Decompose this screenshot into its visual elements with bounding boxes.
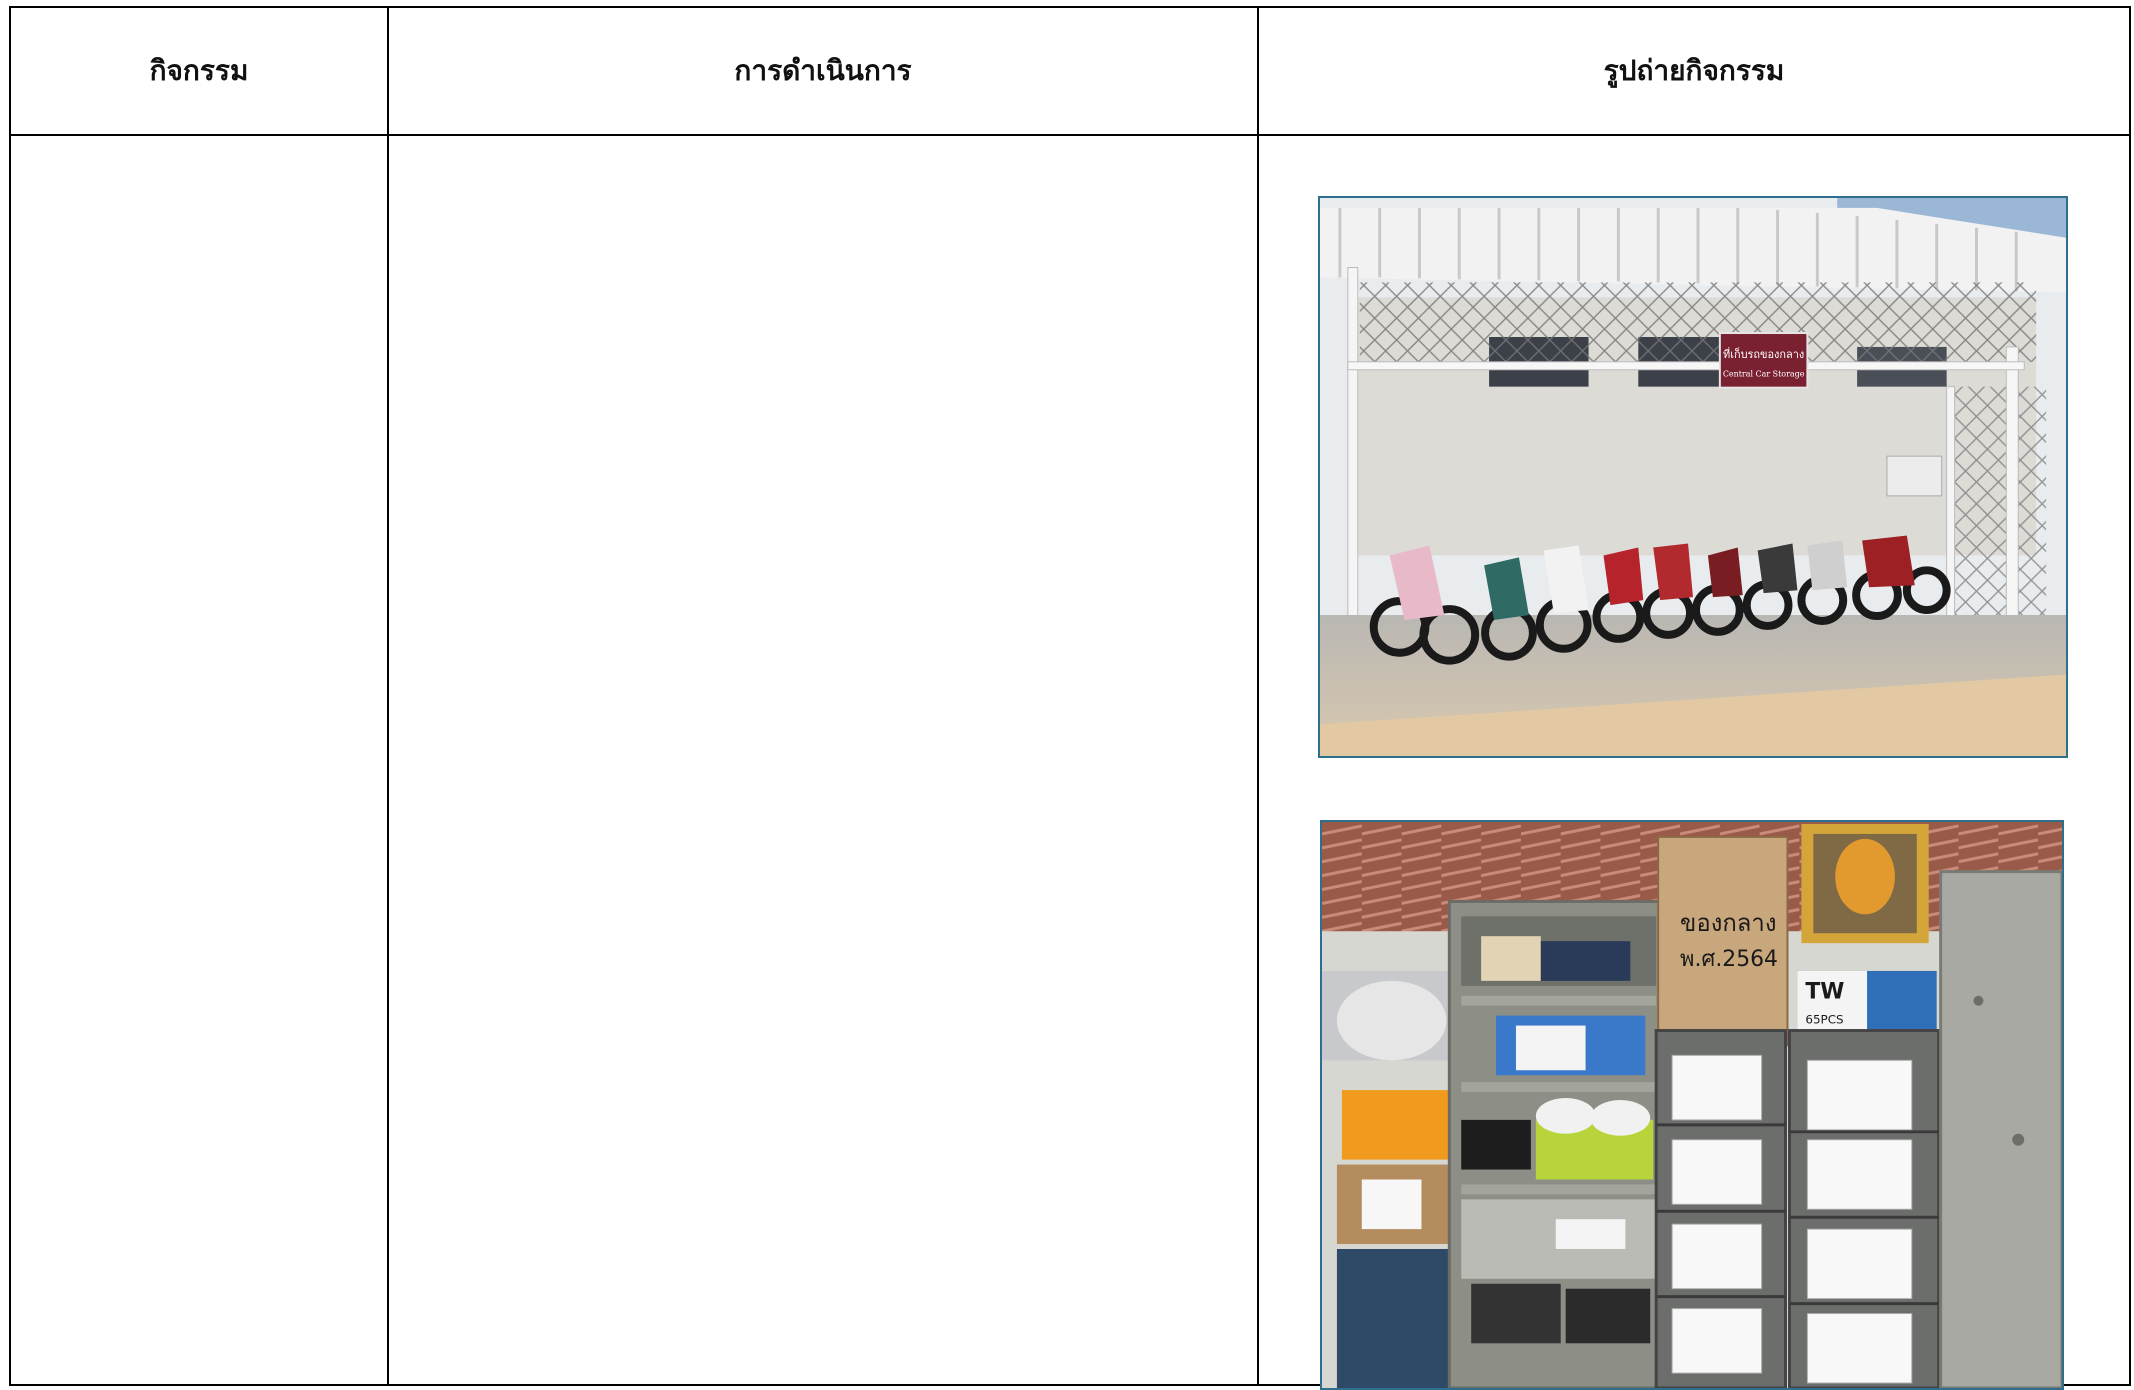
header-activity: กิจกรรม	[9, 6, 389, 136]
box-label-line1: ของกลาง	[1680, 909, 1776, 937]
header-operation: การดำเนินการ	[387, 6, 1259, 136]
storage-sign-thai: ที่เก็บรถของกลาง	[1723, 347, 1804, 361]
activity-cell	[9, 134, 389, 1386]
photo-evidence-storage: ของกลาง พ.ศ.2564 TW 65PCS	[1320, 820, 2064, 1390]
operation-cell	[387, 134, 1259, 1386]
header-row: กิจกรรม การดำเนินการ รูปถ่ายกิจกรรม	[9, 6, 2131, 136]
motorcycle-storage-image: ที่เก็บรถของกลาง Central Car Storage	[1320, 198, 2066, 756]
evidence-storage-image: ของกลาง พ.ศ.2564 TW 65PCS	[1322, 822, 2062, 1388]
header-photos: รูปถ่ายกิจกรรม	[1257, 6, 2131, 136]
appliance-model: 65PCS	[1805, 1013, 1843, 1027]
appliance-brand: TW	[1805, 980, 1844, 1005]
photo-motorcycle-storage: ที่เก็บรถของกลาง Central Car Storage	[1318, 196, 2068, 758]
box-label-line2: พ.ศ.2564	[1680, 947, 1778, 972]
storage-sign-english: Central Car Storage	[1723, 370, 1805, 379]
